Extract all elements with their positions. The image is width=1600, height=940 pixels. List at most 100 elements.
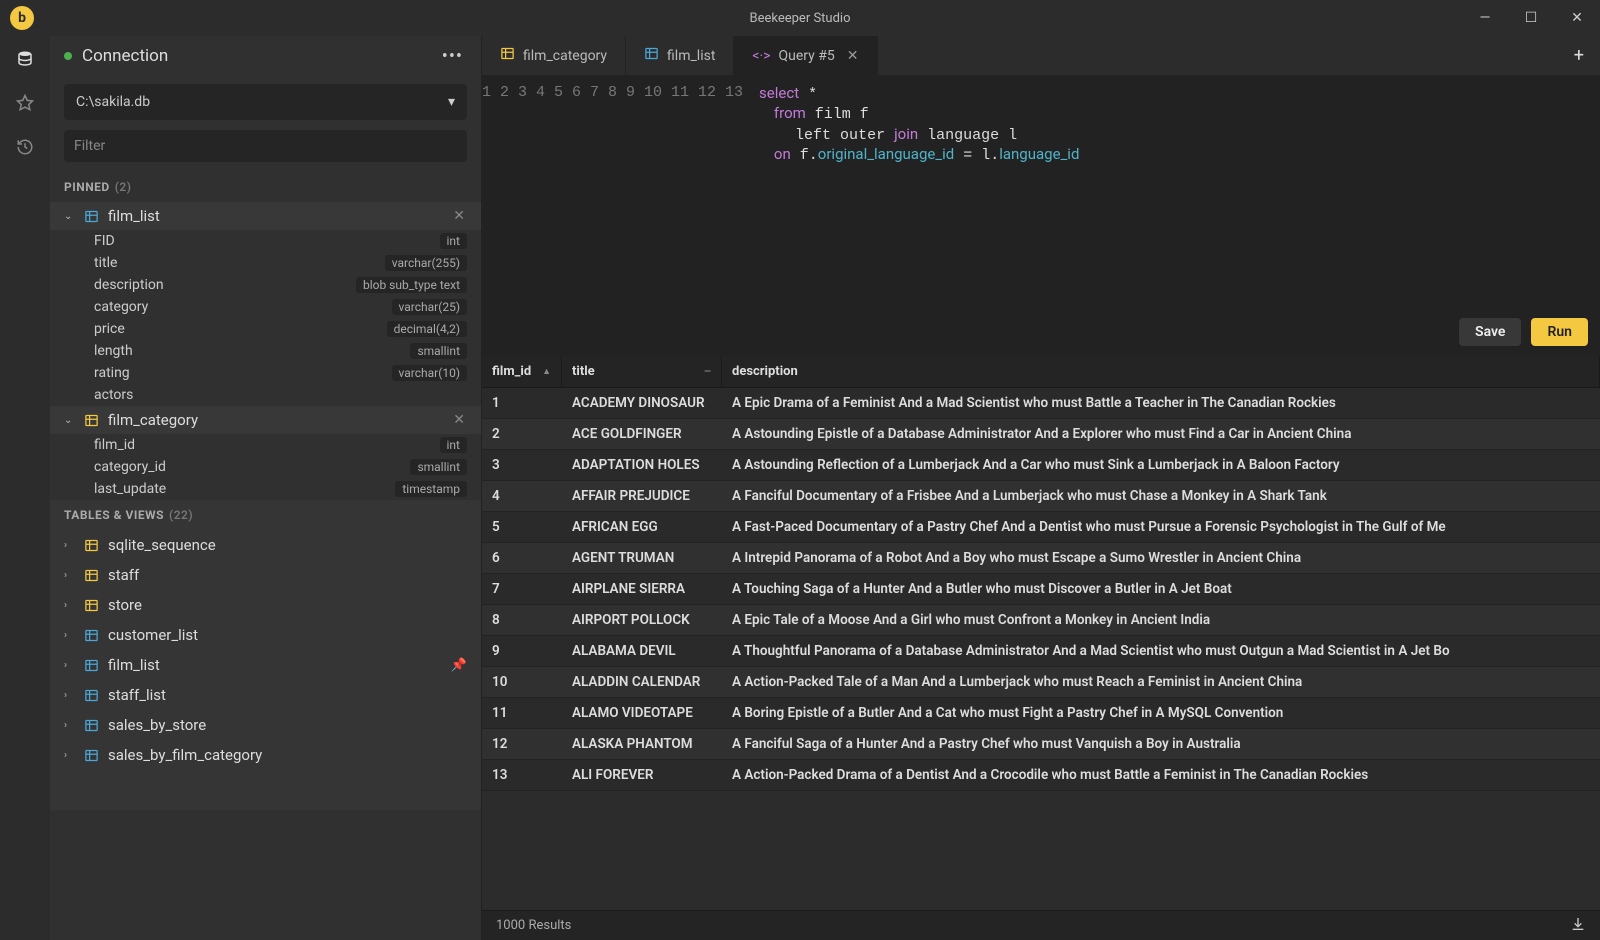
results-panel: film_id▲ title— description 1ACADEMY DIN… [482, 356, 1600, 940]
column-type-badge: int [440, 233, 467, 249]
chevron-right-icon: › [64, 600, 80, 611]
table-item-customer_list[interactable]: ›customer_list [50, 620, 481, 650]
view-icon [84, 718, 102, 733]
editor-content[interactable]: select * from film f left outer join lan… [753, 76, 1600, 356]
cell-description: A Astounding Reflection of a Lumberjack … [722, 457, 1600, 473]
sql-editor[interactable]: 1 2 3 4 5 6 7 8 9 10 11 12 13 select * f… [482, 76, 1600, 356]
item-label: sales_by_film_category [108, 746, 262, 764]
column-description[interactable]: descriptionblob sub_type text [50, 274, 481, 296]
column-FID[interactable]: FIDint [50, 230, 481, 252]
chevron-right-icon: › [64, 720, 80, 731]
table-item-store[interactable]: ›store [50, 590, 481, 620]
column-length[interactable]: lengthsmallint [50, 340, 481, 362]
result-row[interactable]: 13ALI FOREVERA Action-Packed Drama of a … [482, 760, 1600, 791]
column-category[interactable]: categoryvarchar(25) [50, 296, 481, 318]
tab-label: Query #5 [779, 48, 835, 64]
result-row[interactable]: 12ALASKA PHANTOMA Fanciful Saga of a Hun… [482, 729, 1600, 760]
view-icon [84, 688, 102, 703]
table-item-staff_list[interactable]: ›staff_list [50, 680, 481, 710]
table-item-film_list[interactable]: ›film_list📌 [50, 650, 481, 680]
tab-film_category[interactable]: film_category [482, 36, 626, 75]
chevron-down-icon: ⌄ [64, 211, 80, 222]
results-header: film_id▲ title— description [482, 356, 1600, 388]
column-header-description[interactable]: description [722, 356, 1600, 387]
cell-description: A Thoughtful Panorama of a Database Admi… [722, 643, 1600, 659]
column-header-title[interactable]: title— [562, 356, 722, 387]
activity-bar [0, 36, 50, 940]
cell-description: A Action-Packed Drama of a Dentist And a… [722, 767, 1600, 783]
table-item-staff[interactable]: ›staff [50, 560, 481, 590]
cell-description: A Fanciful Saga of a Hunter And a Pastry… [722, 736, 1600, 752]
item-label: film_list [108, 207, 160, 225]
column-price[interactable]: pricedecimal(4,2) [50, 318, 481, 340]
result-row[interactable]: 8AIRPORT POLLOCKA Epic Tale of a Moose A… [482, 605, 1600, 636]
save-button[interactable]: Save [1459, 318, 1521, 346]
item-label: sqlite_sequence [108, 536, 216, 554]
cell-description: A Action-Packed Tale of a Man And a Lumb… [722, 674, 1600, 690]
column-last_update[interactable]: last_updatetimestamp [50, 478, 481, 500]
pinned-section-header: PINNED(2) [50, 172, 481, 202]
table-item-sqlite_sequence[interactable]: ›sqlite_sequence [50, 530, 481, 560]
result-row[interactable]: 2ACE GOLDFINGERA Astounding Epistle of a… [482, 419, 1600, 450]
pinned-item-film_list[interactable]: ⌄ film_list ✕ [50, 202, 481, 230]
chevron-right-icon: › [64, 690, 80, 701]
cell-film-id: 1 [482, 395, 562, 411]
result-row[interactable]: 9ALABAMA DEVILA Thoughtful Panorama of a… [482, 636, 1600, 667]
result-row[interactable]: 7AIRPLANE SIERRAA Touching Saga of a Hun… [482, 574, 1600, 605]
result-row[interactable]: 1ACADEMY DINOSAURA Epic Drama of a Femin… [482, 388, 1600, 419]
result-row[interactable]: 6AGENT TRUMANA Intrepid Panorama of a Ro… [482, 543, 1600, 574]
connection-menu-button[interactable]: ••• [438, 46, 467, 67]
result-row[interactable]: 3ADAPTATION HOLESA Astounding Reflection… [482, 450, 1600, 481]
column-rating[interactable]: ratingvarchar(10) [50, 362, 481, 384]
cell-title: ACADEMY DINOSAUR [562, 395, 722, 411]
results-count: 1000 Results [496, 918, 571, 933]
cell-title: AIRPLANE SIERRA [562, 581, 722, 597]
table-icon [500, 46, 515, 65]
tab-query5[interactable]: <·>Query #5✕ [734, 36, 877, 75]
item-label: film_list [108, 656, 160, 674]
maximize-button[interactable]: ☐ [1508, 0, 1554, 36]
column-title[interactable]: titlevarchar(255) [50, 252, 481, 274]
close-icon[interactable]: ✕ [847, 48, 859, 64]
pinned-item-film_category[interactable]: ⌄film_category✕ [50, 406, 481, 434]
column-film_id[interactable]: film_idint [50, 434, 481, 456]
app-title: Beekeeper Studio [749, 11, 850, 26]
view-icon [644, 46, 659, 65]
close-icon[interactable]: ✕ [451, 412, 467, 428]
result-row[interactable]: 10ALADDIN CALENDARA Action-Packed Tale o… [482, 667, 1600, 698]
table-item-sales_by_store[interactable]: ›sales_by_store [50, 710, 481, 740]
add-tab-button[interactable]: + [1558, 36, 1600, 75]
column-category_id[interactable]: category_idsmallint [50, 456, 481, 478]
filter-input[interactable] [64, 130, 467, 162]
result-row[interactable]: 4AFFAIR PREJUDICEA Fanciful Documentary … [482, 481, 1600, 512]
database-selector[interactable]: C:\sakila.db ▾ [64, 84, 467, 120]
pin-icon[interactable]: 📌 [451, 658, 467, 673]
column-type-badge: smallint [410, 343, 467, 359]
run-button[interactable]: Run [1531, 318, 1588, 346]
minimize-button[interactable]: — [1462, 0, 1508, 36]
cell-film-id: 6 [482, 550, 562, 566]
close-icon[interactable]: ✕ [451, 208, 467, 224]
cell-film-id: 2 [482, 426, 562, 442]
star-icon[interactable] [12, 90, 38, 116]
cell-title: AGENT TRUMAN [562, 550, 722, 566]
tab-film_list[interactable]: film_list [626, 36, 734, 75]
close-button[interactable]: ✕ [1554, 0, 1600, 36]
content-area: film_categoryfilm_list<·>Query #5✕ + 1 2… [482, 36, 1600, 940]
item-label: staff [108, 566, 139, 584]
result-row[interactable]: 5AFRICAN EGGA Fast-Paced Documentary of … [482, 512, 1600, 543]
cell-description: A Epic Drama of a Feminist And a Mad Sci… [722, 395, 1600, 411]
download-icon[interactable] [1570, 916, 1586, 936]
result-row[interactable]: 11ALAMO VIDEOTAPEA Boring Epistle of a B… [482, 698, 1600, 729]
database-icon[interactable] [12, 46, 38, 72]
editor-actions: Save Run [1459, 318, 1588, 346]
results-body[interactable]: 1ACADEMY DINOSAURA Epic Drama of a Femin… [482, 388, 1600, 910]
cell-description: A Fanciful Documentary of a Frisbee And … [722, 488, 1600, 504]
column-name: last_update [94, 481, 166, 497]
tab-label: film_list [667, 48, 715, 64]
column-header-film-id[interactable]: film_id▲ [482, 356, 562, 387]
history-icon[interactable] [12, 134, 38, 160]
column-actors[interactable]: actors [50, 384, 481, 406]
results-footer: 1000 Results [482, 910, 1600, 940]
table-item-sales_by_film_category[interactable]: ›sales_by_film_category [50, 740, 481, 770]
